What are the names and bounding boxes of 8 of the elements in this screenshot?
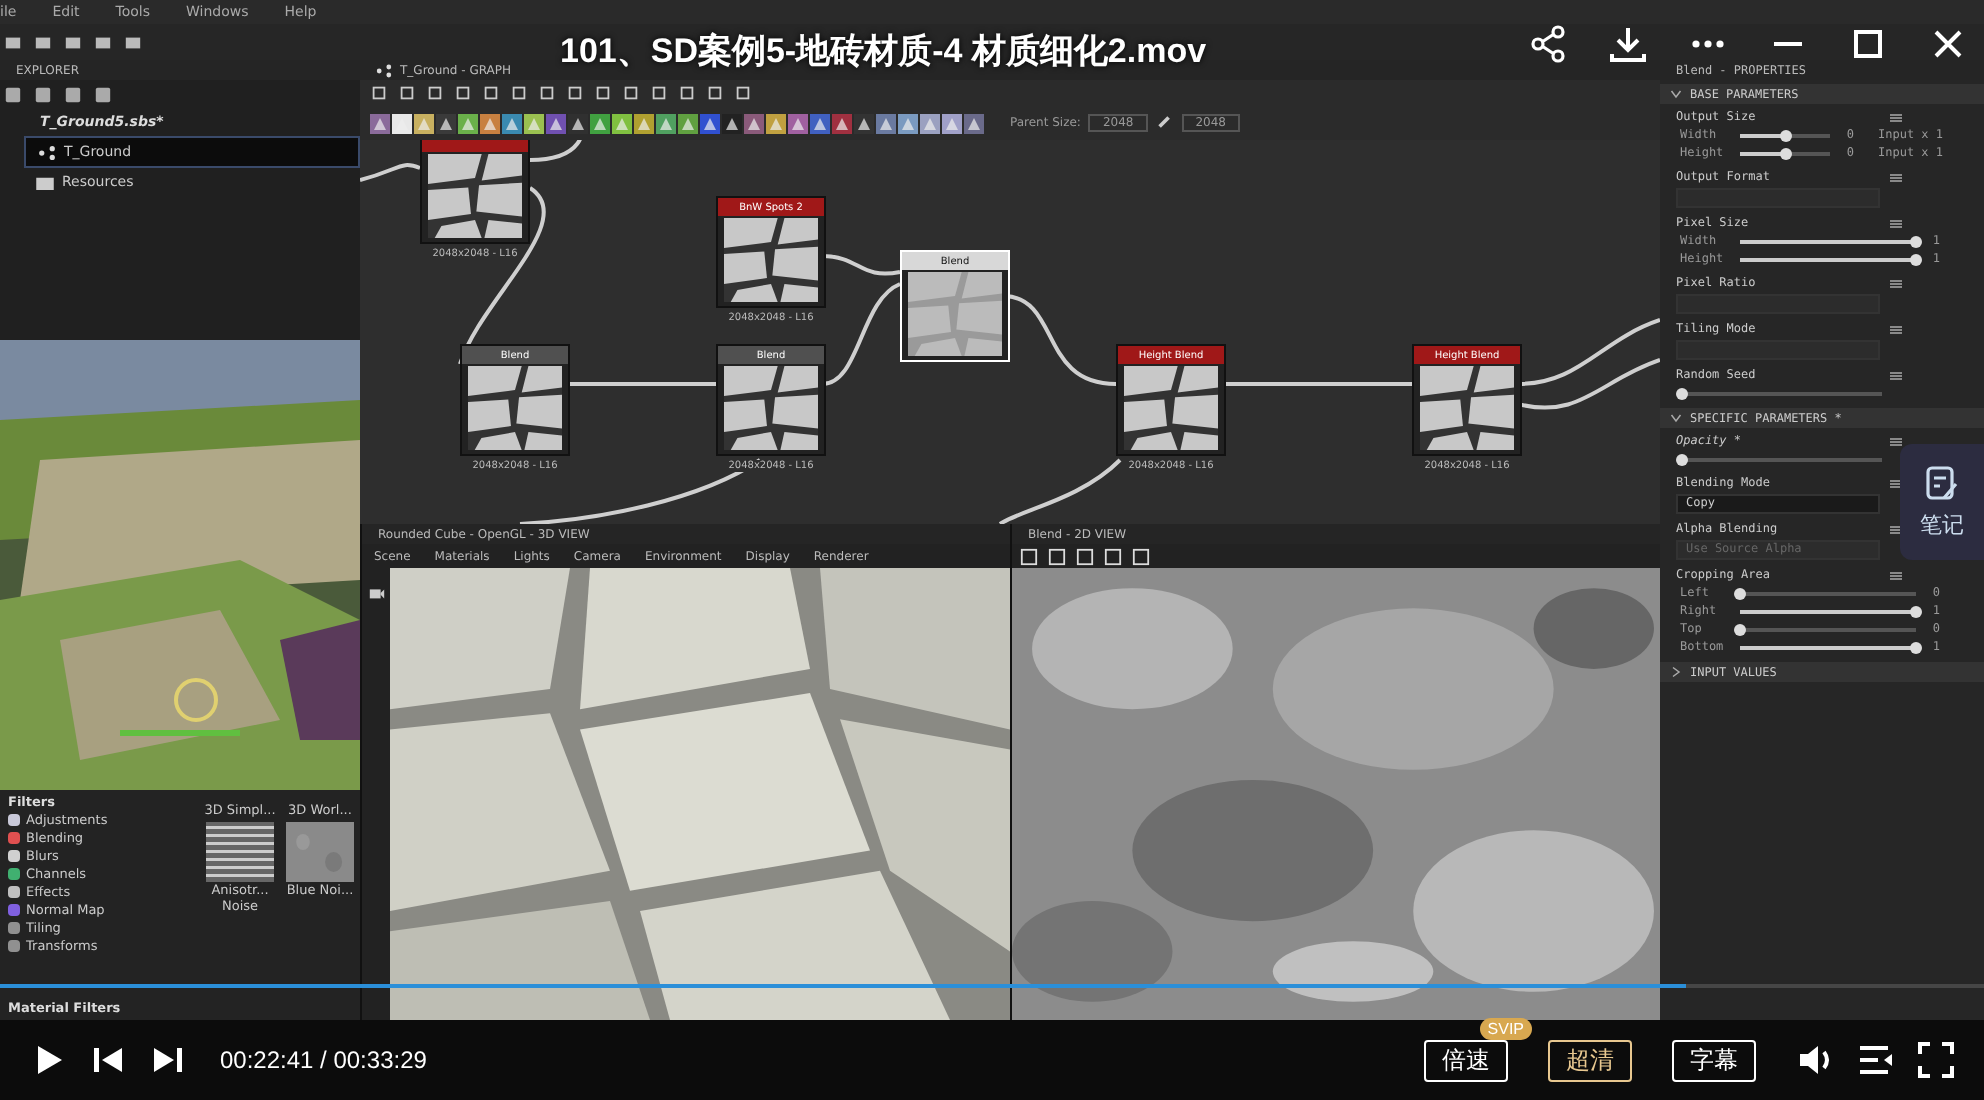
playback-time: 00:22:41 / 00:33:29 <box>220 1046 427 1074</box>
notes-button[interactable]: 笔记 <box>1900 444 1984 560</box>
vip-badge: SVIP <box>1479 1018 1532 1040</box>
video-title: 101、SD案例5-地砖材质-4 材质细化2.mov <box>560 30 1207 74</box>
notes-label: 笔记 <box>1920 510 1964 540</box>
player-button[interactable]: 字幕 <box>1672 1040 1756 1082</box>
player-button[interactable]: 超清 <box>1548 1040 1632 1082</box>
player-button[interactable]: 倍速 <box>1424 1040 1508 1082</box>
